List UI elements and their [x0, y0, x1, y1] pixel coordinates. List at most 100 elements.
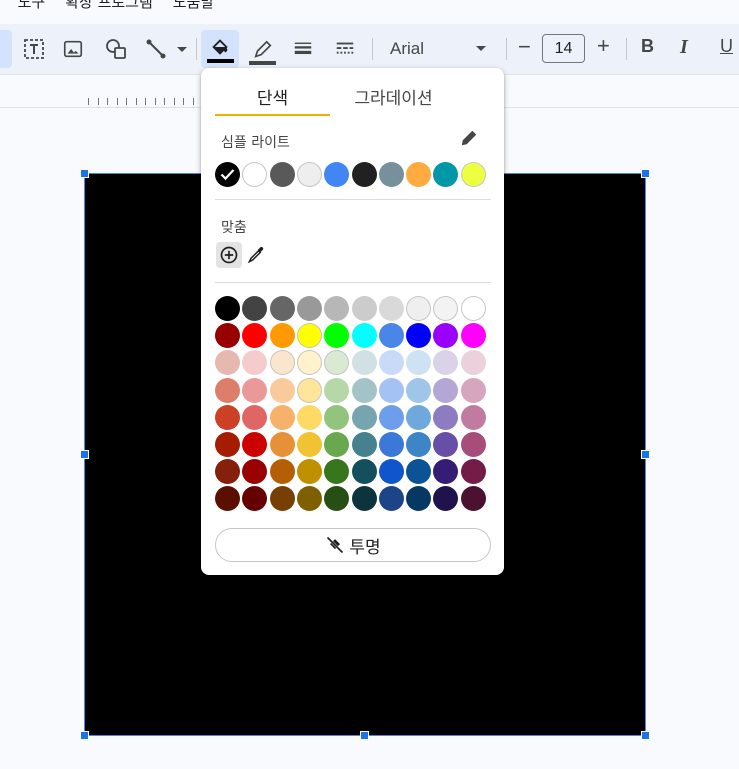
palette-swatch[interactable] — [378, 459, 404, 485]
palette-swatch[interactable] — [433, 296, 459, 321]
italic-button[interactable]: I — [680, 36, 688, 59]
palette-swatch[interactable] — [460, 432, 486, 457]
theme-color-swatch[interactable] — [215, 162, 240, 187]
palette-swatch[interactable] — [406, 432, 432, 457]
palette-swatch[interactable] — [351, 323, 377, 349]
border-color-icon[interactable] — [249, 32, 277, 70]
resize-handle-bottom[interactable] — [360, 731, 369, 740]
palette-swatch[interactable] — [242, 459, 268, 485]
menu-extensions[interactable]: 확장 프로그램 — [65, 0, 153, 13]
palette-swatch[interactable] — [433, 432, 459, 457]
resize-handle-bottom-right[interactable] — [641, 731, 650, 740]
border-weight-icon[interactable] — [292, 36, 314, 62]
palette-swatch[interactable] — [269, 350, 295, 376]
palette-swatch[interactable] — [215, 404, 240, 430]
palette-swatch[interactable] — [242, 486, 268, 512]
palette-swatch[interactable] — [242, 350, 268, 376]
palette-swatch[interactable] — [242, 432, 268, 457]
palette-swatch[interactable] — [296, 459, 322, 485]
palette-swatch[interactable] — [296, 432, 322, 457]
tab-gradient[interactable]: 그라데이션 — [336, 84, 451, 109]
theme-color-swatch[interactable] — [324, 162, 350, 187]
palette-swatch[interactable] — [378, 404, 404, 430]
palette-swatch[interactable] — [406, 459, 432, 485]
palette-swatch[interactable] — [242, 377, 268, 403]
palette-swatch[interactable] — [406, 296, 432, 321]
palette-swatch[interactable] — [351, 296, 377, 321]
decrease-font-size-button[interactable]: − — [518, 34, 531, 60]
shapes-icon[interactable] — [104, 36, 128, 62]
palette-swatch[interactable] — [460, 404, 486, 430]
palette-swatch[interactable] — [296, 323, 322, 349]
palette-swatch[interactable] — [296, 486, 322, 512]
palette-swatch[interactable] — [460, 486, 486, 512]
palette-swatch[interactable] — [269, 432, 295, 457]
palette-swatch[interactable] — [378, 296, 404, 321]
palette-swatch[interactable] — [324, 377, 350, 403]
palette-swatch[interactable] — [324, 323, 350, 349]
resize-handle-right[interactable] — [641, 450, 650, 459]
palette-swatch[interactable] — [351, 350, 377, 376]
select-tool-button[interactable] — [0, 30, 12, 68]
palette-swatch[interactable] — [351, 432, 377, 457]
palette-swatch[interactable] — [215, 377, 240, 403]
palette-swatch[interactable] — [378, 350, 404, 376]
menu-tools[interactable]: 도구 — [18, 0, 46, 13]
line-dropdown-icon[interactable] — [176, 36, 188, 62]
underline-button[interactable]: U — [720, 36, 733, 57]
palette-swatch[interactable] — [324, 296, 350, 321]
palette-swatch[interactable] — [378, 486, 404, 512]
palette-swatch[interactable] — [460, 296, 486, 321]
line-icon[interactable] — [144, 36, 168, 62]
theme-color-swatch[interactable] — [269, 162, 295, 187]
increase-font-size-button[interactable]: + — [597, 33, 610, 59]
palette-swatch[interactable] — [215, 323, 240, 349]
palette-swatch[interactable] — [460, 459, 486, 485]
theme-color-swatch[interactable] — [460, 162, 486, 187]
palette-swatch[interactable] — [324, 459, 350, 485]
palette-swatch[interactable] — [215, 486, 240, 512]
palette-swatch[interactable] — [406, 350, 432, 376]
palette-swatch[interactable] — [433, 350, 459, 376]
palette-swatch[interactable] — [215, 459, 240, 485]
palette-swatch[interactable] — [406, 377, 432, 403]
palette-swatch[interactable] — [460, 323, 486, 349]
palette-swatch[interactable] — [296, 296, 322, 321]
palette-swatch[interactable] — [351, 377, 377, 403]
palette-swatch[interactable] — [269, 404, 295, 430]
add-custom-color-button[interactable] — [216, 242, 242, 268]
palette-swatch[interactable] — [242, 323, 268, 349]
palette-swatch[interactable] — [269, 459, 295, 485]
palette-swatch[interactable] — [269, 323, 295, 349]
palette-swatch[interactable] — [242, 404, 268, 430]
theme-color-swatch[interactable] — [351, 162, 377, 187]
resize-handle-top-left[interactable] — [80, 169, 89, 178]
transparent-button[interactable]: 투명 — [215, 528, 491, 562]
palette-swatch[interactable] — [433, 377, 459, 403]
palette-swatch[interactable] — [324, 350, 350, 376]
palette-swatch[interactable] — [378, 323, 404, 349]
palette-swatch[interactable] — [406, 404, 432, 430]
palette-swatch[interactable] — [324, 432, 350, 457]
theme-color-swatch[interactable] — [406, 162, 432, 187]
font-size-input[interactable]: 14 — [542, 34, 585, 63]
palette-swatch[interactable] — [378, 432, 404, 457]
palette-swatch[interactable] — [269, 296, 295, 321]
fill-color-button[interactable] — [201, 30, 239, 68]
palette-swatch[interactable] — [324, 404, 350, 430]
palette-swatch[interactable] — [433, 404, 459, 430]
resize-handle-bottom-left[interactable] — [80, 731, 89, 740]
text-box-icon[interactable] — [22, 36, 46, 62]
theme-color-swatch[interactable] — [433, 162, 459, 187]
resize-handle-top-right[interactable] — [641, 169, 650, 178]
palette-swatch[interactable] — [296, 377, 322, 403]
palette-swatch[interactable] — [460, 377, 486, 403]
theme-color-swatch[interactable] — [242, 162, 268, 187]
palette-swatch[interactable] — [215, 296, 240, 321]
tab-solid[interactable]: 단색 — [215, 84, 330, 109]
palette-swatch[interactable] — [460, 350, 486, 376]
palette-swatch[interactable] — [406, 323, 432, 349]
bold-button[interactable]: B — [641, 36, 654, 57]
palette-swatch[interactable] — [351, 459, 377, 485]
palette-swatch[interactable] — [215, 350, 240, 376]
